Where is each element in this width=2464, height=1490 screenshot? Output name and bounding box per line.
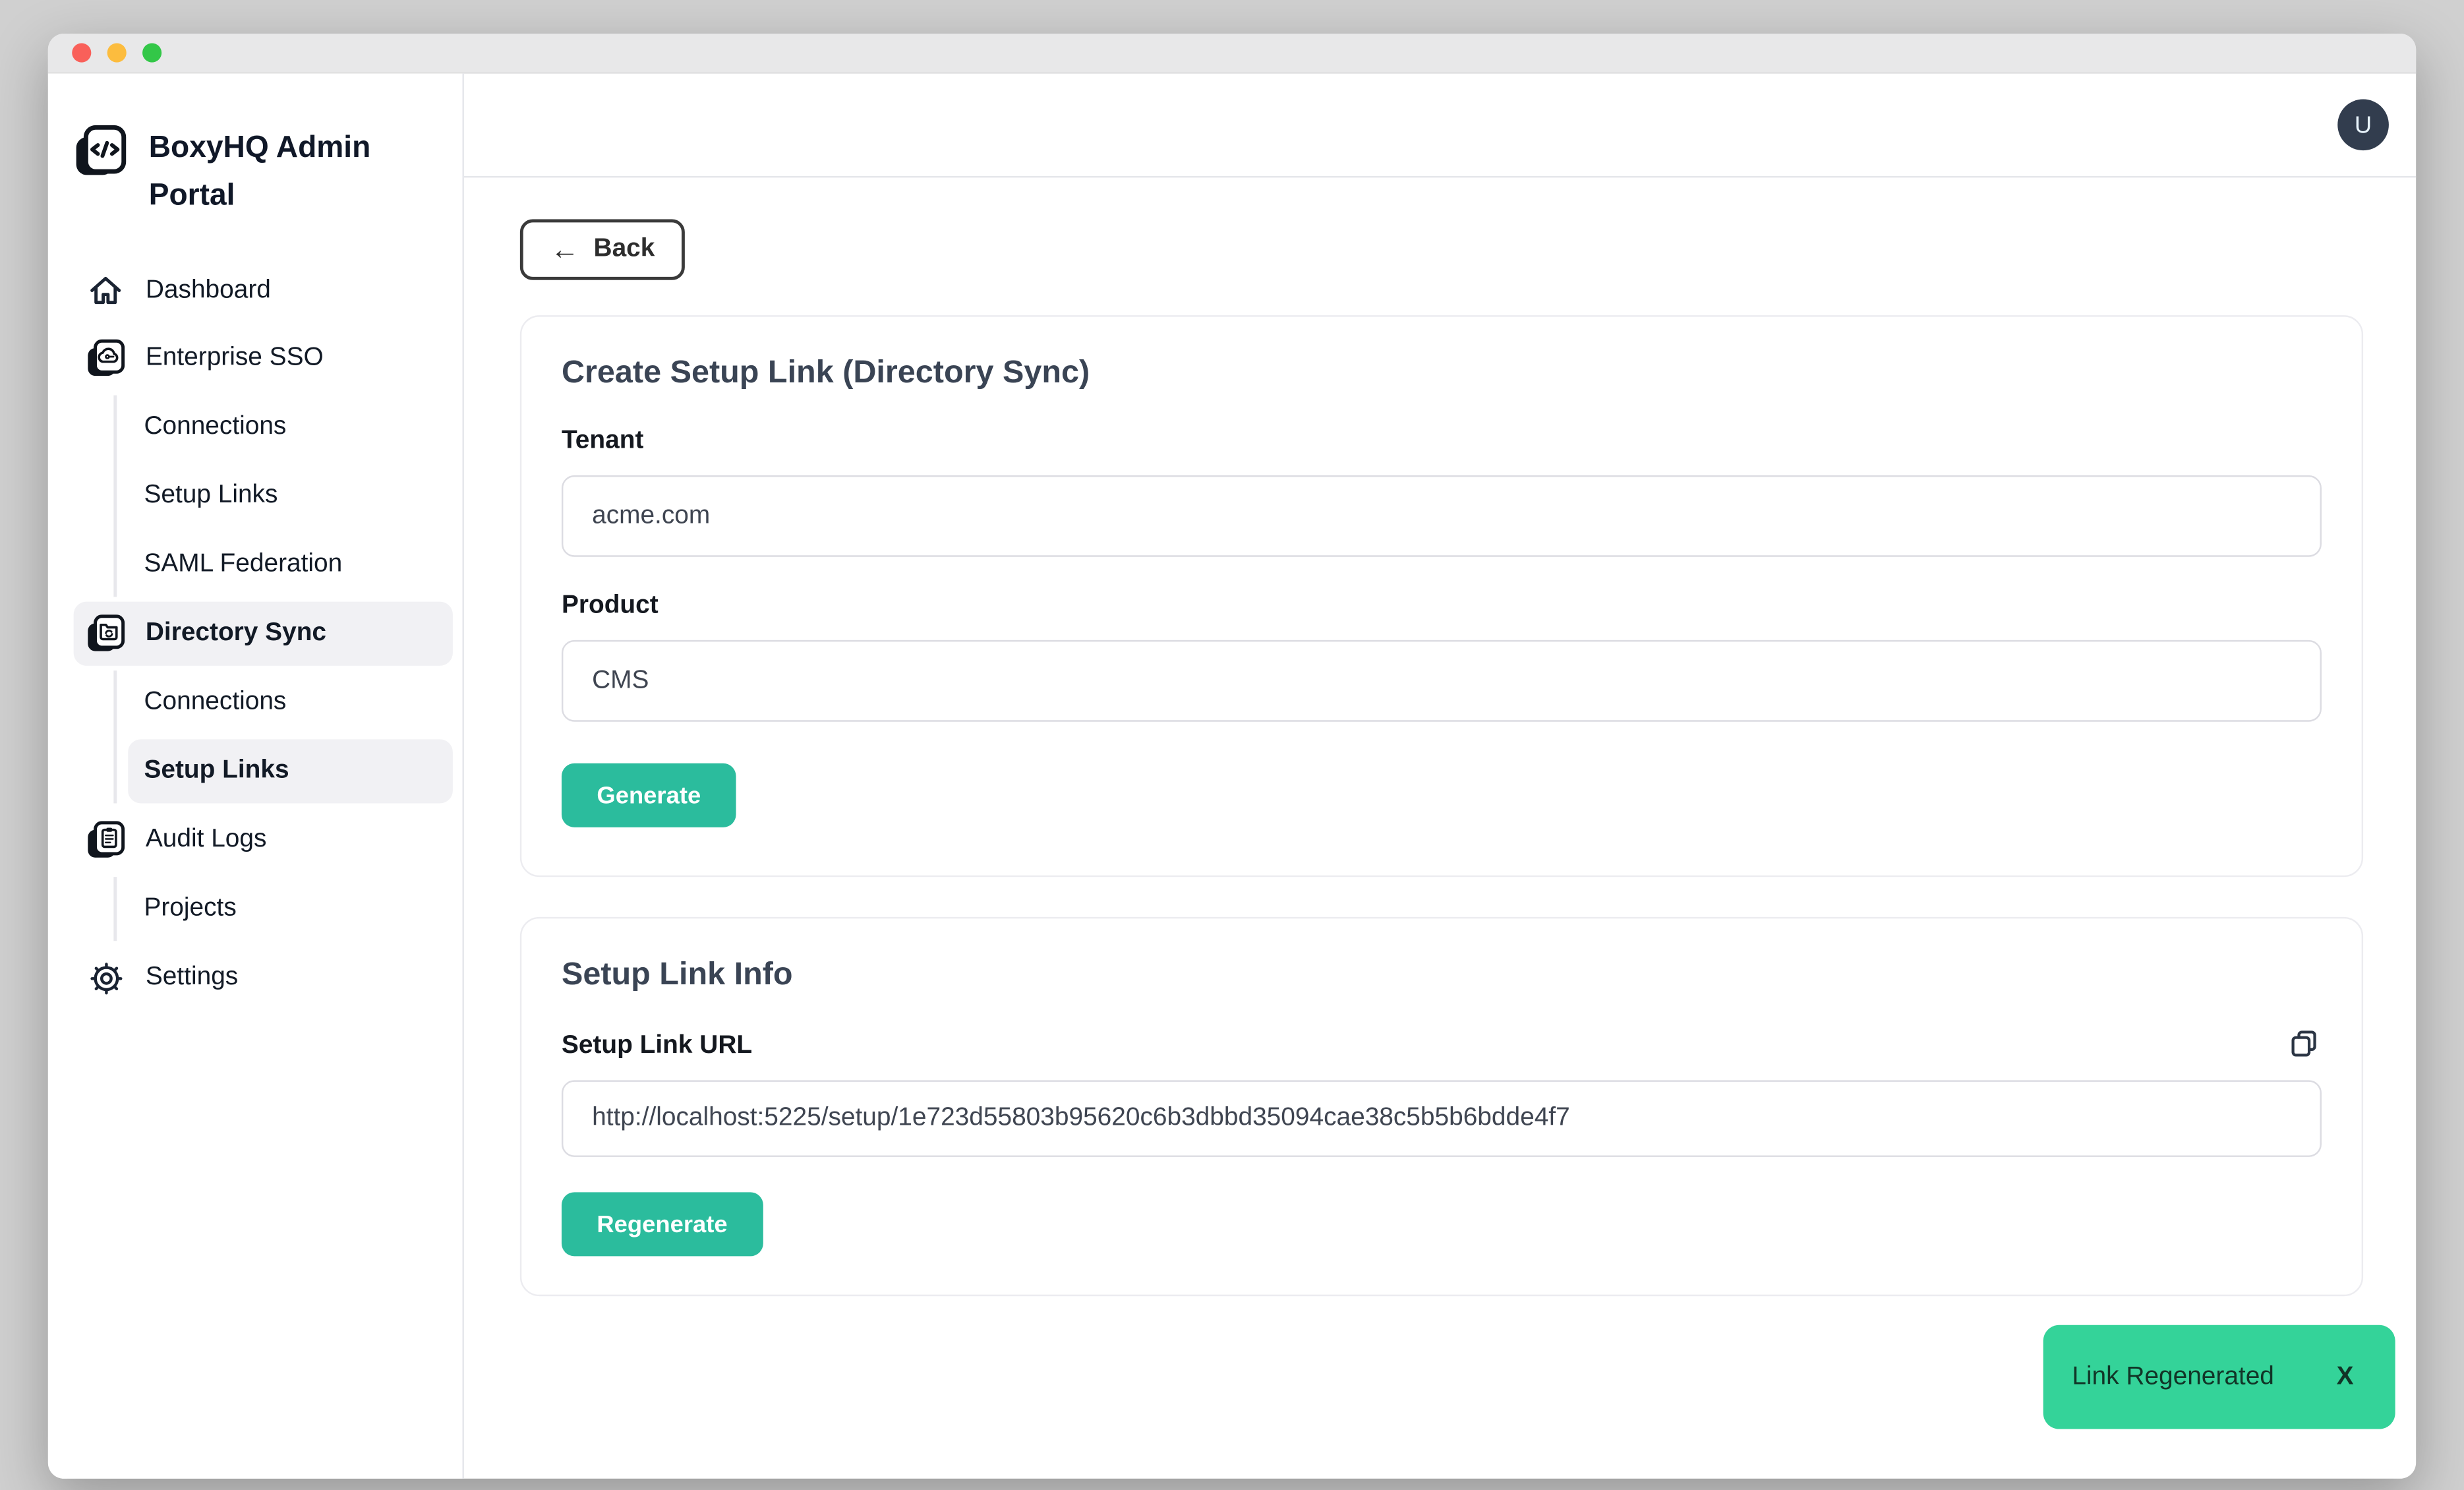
- setup-link-url-input[interactable]: [562, 1080, 2322, 1157]
- copy-url-button[interactable]: [2287, 1026, 2322, 1061]
- sidebar-item-settings[interactable]: Settings: [74, 946, 453, 1010]
- header: U: [464, 74, 2416, 178]
- directory-sync-subgroup: Connections Setup Links: [113, 670, 453, 803]
- app-window: BoxyHQ Admin Portal Dashboard: [48, 34, 2416, 1479]
- sidebar-item-label: Setup Links: [144, 482, 278, 511]
- sidebar-item-directory-sync[interactable]: Directory Sync: [74, 602, 453, 666]
- sidebar-item-dsync-connections[interactable]: Connections: [128, 670, 453, 734]
- sidebar-item-dashboard[interactable]: Dashboard: [74, 259, 453, 323]
- app-title: BoxyHQ Admin Portal: [149, 125, 382, 221]
- main-area: U ← Back Create Setup Link (Directory Sy…: [464, 74, 2416, 1479]
- brand: BoxyHQ Admin Portal: [74, 125, 453, 221]
- sidebar-item-enterprise-sso[interactable]: Enterprise SSO: [74, 326, 453, 390]
- create-setup-link-card: Create Setup Link (Directory Sync) Tenan…: [520, 315, 2363, 877]
- user-avatar[interactable]: U: [2337, 99, 2389, 150]
- sidebar-item-label: Enterprise SSO: [146, 344, 324, 373]
- sidebar-item-label: Projects: [144, 895, 236, 924]
- zoom-window-button[interactable]: [142, 44, 161, 63]
- tenant-label: Tenant: [562, 427, 2322, 456]
- url-label-row: Setup Link URL: [562, 1026, 2322, 1061]
- regenerate-button[interactable]: Regenerate: [562, 1192, 763, 1256]
- back-button[interactable]: ← Back: [520, 220, 686, 280]
- sidebar-item-dsync-setup-links[interactable]: Setup Links: [128, 739, 453, 803]
- home-icon: [86, 272, 125, 311]
- desktop: BoxyHQ Admin Portal Dashboard: [0, 0, 2464, 1490]
- back-button-label: Back: [594, 235, 655, 264]
- product-label: Product: [562, 592, 2322, 621]
- card-title: Create Setup Link (Directory Sync): [562, 355, 2322, 392]
- sidebar-item-saml-federation[interactable]: SAML Federation: [128, 533, 453, 597]
- folder-sync-icon: [86, 614, 125, 653]
- sidebar-item-audit-logs[interactable]: Audit Logs: [74, 808, 453, 872]
- audit-logs-subgroup: Projects: [113, 877, 453, 941]
- sidebar-item-projects[interactable]: Projects: [128, 877, 453, 941]
- clipboard-icon: [86, 821, 125, 859]
- product-input[interactable]: [562, 640, 2322, 722]
- card-title: Setup Link Info: [562, 957, 2322, 994]
- sidebar: BoxyHQ Admin Portal Dashboard: [48, 74, 464, 1479]
- copy-icon: [2287, 1026, 2322, 1061]
- sidebar-item-label: SAML Federation: [144, 551, 342, 580]
- boxyhq-logo-icon: [74, 125, 127, 177]
- sidebar-item-sso-setup-links[interactable]: Setup Links: [128, 464, 453, 528]
- setup-link-info-card: Setup Link Info Setup Link URL: [520, 917, 2363, 1296]
- sidebar-item-label: Directory Sync: [146, 619, 326, 648]
- arrow-left-icon: ←: [550, 235, 579, 264]
- gear-icon: [86, 959, 125, 996]
- sidebar-item-label: Connections: [144, 413, 286, 442]
- cloud-sso-icon: [86, 340, 125, 378]
- close-window-button[interactable]: [72, 44, 91, 63]
- toast-close-button[interactable]: X: [2337, 1363, 2354, 1392]
- sidebar-item-sso-connections[interactable]: Connections: [128, 396, 453, 460]
- sidebar-item-label: Dashboard: [146, 277, 271, 306]
- sidebar-item-label: Settings: [146, 963, 238, 992]
- sidebar-item-label: Connections: [144, 688, 286, 717]
- toast-message: Link Regenerated: [2072, 1363, 2274, 1392]
- tenant-input[interactable]: [562, 475, 2322, 557]
- sidebar-item-label: Audit Logs: [146, 825, 267, 854]
- enterprise-sso-subgroup: Connections Setup Links SAML Federation: [113, 396, 453, 597]
- minimize-window-button[interactable]: [107, 44, 127, 63]
- generate-button[interactable]: Generate: [562, 763, 736, 827]
- setup-link-url-label: Setup Link URL: [562, 1032, 752, 1061]
- avatar-initial: U: [2355, 111, 2372, 138]
- toast-notification: Link Regenerated X: [2043, 1325, 2395, 1429]
- window-titlebar: [48, 34, 2416, 74]
- sidebar-item-label: Setup Links: [144, 757, 289, 786]
- page-content: ← Back Create Setup Link (Directory Sync…: [464, 177, 2416, 1478]
